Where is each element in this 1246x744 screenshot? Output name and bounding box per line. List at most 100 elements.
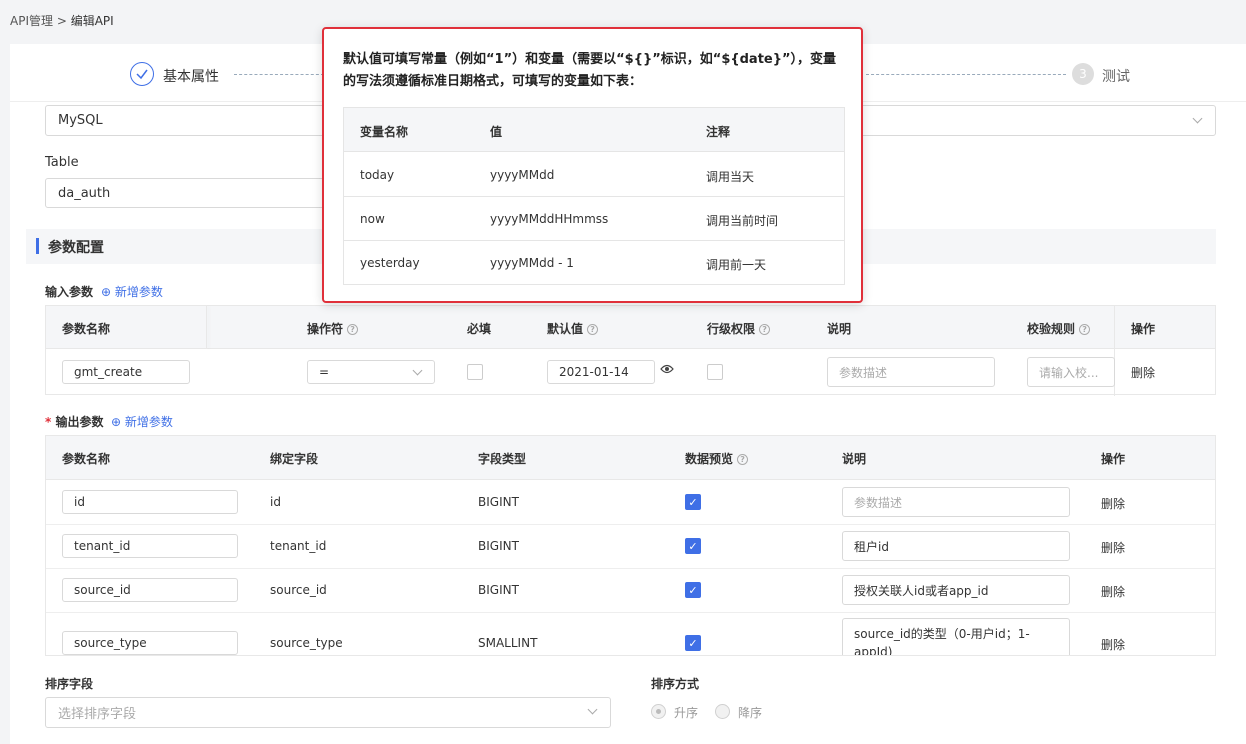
- description-input[interactable]: 参数描述: [827, 357, 995, 387]
- help-icon: ?: [1079, 324, 1091, 335]
- preview-checkbox[interactable]: ✓: [685, 494, 701, 510]
- breadcrumb-current: 编辑API: [70, 14, 114, 28]
- variable-table: 变量名称 值 注释 today yyyyMMdd 调用当天 now yyyyMM…: [343, 107, 845, 285]
- variable-note: 调用当天: [706, 170, 755, 184]
- col-param-name: 参数名称: [62, 452, 111, 466]
- default-value-help-popover: 默认值可填写常量（例如“1”）和变量（需要以“${}”标识，如“${date}”…: [322, 27, 863, 303]
- param-name-input[interactable]: gmt_create: [62, 360, 190, 384]
- validation-rule-input[interactable]: 请输入校...: [1027, 357, 1115, 387]
- col-action: 操作: [1131, 322, 1156, 336]
- col-validation: 校验规则?: [1027, 320, 1091, 337]
- variable-name: yesterday: [360, 256, 420, 270]
- plus-circle-icon: ⊕: [111, 415, 122, 429]
- description-input[interactable]: 授权关联人id或者app_id: [842, 575, 1070, 605]
- radio-asc[interactable]: [651, 704, 666, 719]
- help-icon: ?: [737, 454, 749, 465]
- table-value: da_auth: [58, 185, 111, 201]
- input-params-table: 参数名称 操作符? 必填 默认值? 行级权限? 说明 校验规则? 操作 gmt_…: [45, 305, 1216, 396]
- radio-desc-label: 降序: [738, 706, 763, 720]
- breadcrumb-separator: >: [56, 14, 67, 28]
- preview-checkbox[interactable]: ✓: [685, 635, 701, 651]
- step-basic-label[interactable]: 基本属性: [163, 66, 219, 86]
- required-mark: *: [45, 415, 52, 429]
- variable-name: now: [360, 212, 385, 226]
- default-value-input[interactable]: 2021-01-14: [547, 360, 655, 384]
- table-label: Table: [45, 155, 79, 170]
- breadcrumb: API管理 > 编辑API: [10, 12, 114, 29]
- help-icon: ?: [587, 324, 599, 335]
- plus-circle-icon: ⊕: [101, 285, 112, 299]
- description-input[interactable]: 参数描述: [842, 487, 1070, 517]
- description-input[interactable]: 租户id: [842, 531, 1070, 561]
- param-name-input[interactable]: tenant_id: [62, 534, 238, 558]
- param-name-input[interactable]: source_id: [62, 578, 238, 602]
- col-variable-value: 值: [490, 125, 503, 139]
- bound-field: source_id: [270, 583, 327, 597]
- sort-field-select[interactable]: 选择排序字段: [45, 697, 611, 728]
- field-type: BIGINT: [478, 495, 519, 509]
- required-checkbox[interactable]: [467, 364, 483, 380]
- popover-description: 默认值可填写常量（例如“1”）和变量（需要以“${}”标识，如“${date}”…: [343, 52, 837, 89]
- param-name-input[interactable]: id: [62, 490, 238, 514]
- col-variable-note: 注释: [706, 125, 731, 139]
- delete-button[interactable]: 删除: [1131, 364, 1155, 381]
- radio-desc[interactable]: [715, 704, 730, 719]
- col-description: 说明: [827, 322, 852, 336]
- step-test-label[interactable]: 测试: [1102, 66, 1130, 86]
- add-input-param-label: 新增参数: [114, 285, 163, 299]
- table-header: 参数名称 操作符? 必填 默认值? 行级权限? 说明 校验规则? 操作: [46, 306, 1215, 396]
- variable-note: 调用当前时间: [706, 214, 779, 228]
- delete-button[interactable]: 删除: [1101, 583, 1125, 600]
- step-connector: [866, 74, 1066, 75]
- delete-button[interactable]: 删除: [1101, 636, 1125, 653]
- param-name-input[interactable]: source_type: [62, 631, 238, 655]
- delete-button[interactable]: 删除: [1101, 539, 1125, 556]
- col-row-permission: 行级权限?: [707, 320, 771, 337]
- col-field-type: 字段类型: [478, 452, 527, 466]
- row-permission-checkbox[interactable]: [707, 364, 723, 380]
- variable-value: yyyyMMddHHmmss: [490, 212, 609, 226]
- table-header: 参数名称 绑定字段 字段类型 数据预览? 说明 操作: [46, 436, 1215, 480]
- col-operator: 操作符?: [307, 320, 359, 337]
- sort-order-label: 排序方式: [651, 677, 700, 691]
- col-param-name: 参数名称: [62, 322, 111, 336]
- sort-field-label: 排序字段: [45, 677, 94, 691]
- help-icon: ?: [347, 324, 359, 335]
- breadcrumb-parent[interactable]: API管理: [10, 14, 53, 28]
- output-params-table: 参数名称 绑定字段 字段类型 数据预览? 说明 操作 id id BIGINT …: [45, 435, 1216, 656]
- variable-name: today: [360, 168, 395, 182]
- step-connector: [234, 74, 324, 75]
- bound-field: tenant_id: [270, 539, 327, 553]
- table-select[interactable]: da_auth: [45, 178, 335, 208]
- check-icon: [130, 62, 154, 86]
- datasource-value: MySQL: [58, 113, 103, 128]
- variable-value: yyyyMMdd: [490, 168, 555, 182]
- delete-button[interactable]: 删除: [1101, 495, 1125, 512]
- help-icon: ?: [759, 324, 771, 335]
- variable-note: 调用前一天: [706, 258, 767, 272]
- add-output-param-label: 新增参数: [124, 415, 173, 429]
- output-params-title: * 输出参数: [45, 415, 104, 429]
- preview-checkbox[interactable]: ✓: [685, 538, 701, 554]
- field-type: BIGINT: [478, 583, 519, 597]
- eye-icon[interactable]: [660, 363, 674, 379]
- field-type: BIGINT: [478, 539, 519, 553]
- radio-asc-label: 升序: [674, 706, 699, 720]
- add-input-param-button[interactable]: ⊕ 新增参数: [101, 283, 163, 300]
- variable-value: yyyyMMdd - 1: [490, 256, 574, 270]
- col-bound-field: 绑定字段: [270, 452, 319, 466]
- bound-field: source_type: [270, 636, 343, 650]
- col-action: 操作: [1101, 452, 1126, 466]
- col-description: 说明: [842, 452, 867, 466]
- add-output-param-button[interactable]: ⊕ 新增参数: [111, 413, 173, 430]
- description-textarea[interactable]: source_id的类型（0-用户id；1- appId): [842, 618, 1070, 655]
- section-marker: [36, 238, 39, 254]
- col-default: 默认值?: [547, 320, 599, 337]
- col-data-preview: 数据预览?: [685, 450, 749, 467]
- col-variable-name: 变量名称: [360, 125, 409, 139]
- section-title: 参数配置: [48, 240, 104, 256]
- input-params-title: 输入参数: [45, 285, 94, 299]
- col-required: 必填: [467, 322, 492, 336]
- preview-checkbox[interactable]: ✓: [685, 582, 701, 598]
- field-type: SMALLINT: [478, 636, 538, 650]
